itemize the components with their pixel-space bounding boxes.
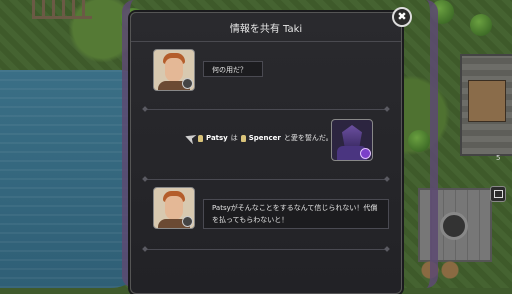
divider	[147, 179, 385, 180]
dialog-header: 情報を共有 Taki	[131, 13, 401, 42]
message-bubble: 何の用だ？	[203, 61, 263, 77]
event-row: Patsy は Spencer と愛を誓んだ。	[131, 115, 401, 175]
message-bubble: Patsyがそんなことをするなんて信じられない！代償を払ってもらわないと！	[203, 199, 389, 229]
wooden-fence	[32, 0, 92, 19]
taki-avatar[interactable]	[153, 49, 195, 91]
dialog-title: 情報を共有 Taki	[229, 23, 303, 35]
message-row: Patsyがそんなことをするなんて信じられない！代償を払ってもらわないと！	[131, 185, 401, 245]
expand-icon[interactable]	[490, 186, 506, 202]
taki-avatar[interactable]	[153, 187, 195, 229]
divider	[147, 109, 385, 110]
arrow-cursor-icon	[184, 132, 197, 145]
message-text: 何の用だ？	[212, 66, 247, 74]
message-row: 何の用だ？	[131, 47, 401, 105]
magic-orb-icon	[360, 148, 371, 159]
close-button[interactable]: ✖	[392, 7, 412, 27]
target-name: Spencer	[248, 134, 281, 142]
event-text: Patsy は Spencer と愛を誓んだ。	[185, 133, 333, 143]
tree	[470, 14, 492, 36]
settings-icon	[182, 216, 193, 227]
person-icon	[240, 134, 246, 142]
well-icon	[440, 212, 468, 240]
message-text: Patsyがそんなことをするなんて信じられない！代償を払ってもらわないと！	[212, 204, 378, 224]
spencer-avatar[interactable]	[331, 119, 373, 161]
event-rest: と愛を誓んだ。	[283, 134, 333, 142]
actor-name: Patsy	[206, 134, 228, 142]
divider	[147, 249, 385, 250]
particle-text: は	[230, 134, 238, 142]
house-interior	[468, 80, 506, 122]
share-info-dialog: 情報を共有 Taki 何の用だ？ Patsy は Spencer と愛を誓んだ。	[130, 12, 402, 294]
settings-icon	[182, 78, 193, 89]
person-icon	[198, 134, 203, 142]
side-tag: 5	[496, 154, 501, 162]
